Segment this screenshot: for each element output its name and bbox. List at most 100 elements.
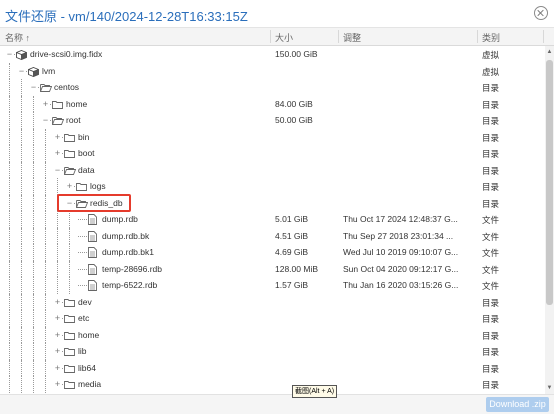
tree-row[interactable]: − redis_db 目录 [0,194,545,211]
item-type: 虚拟 [482,50,500,60]
tree-guide-line [69,260,70,277]
folder-icon [64,380,75,389]
tree-row[interactable]: + home 84.00 GiB 目录 [0,95,545,112]
tree-row[interactable]: − drive-scsi0.img.fidx 150.00 GiB 虚拟 [0,46,545,63]
tree-row[interactable]: + home 目录 [0,326,545,343]
download-zip-button[interactable]: Download .zip [486,397,549,412]
tree-row[interactable]: + etc 目录 [0,310,545,327]
folder-icon [64,298,75,307]
expand-icon[interactable]: + [54,297,61,306]
item-type: 文件 [482,264,500,275]
tree-row[interactable]: + bin 目录 [0,128,545,145]
item-type: 目录 [482,165,500,176]
scroll-up-icon[interactable]: ▲ [546,48,553,56]
item-name: etc [78,313,90,323]
column-header-name[interactable]: 名称 ↑ [5,31,30,44]
tree-guide-line [21,194,22,211]
item-name: dump.rdb [102,214,138,224]
collapse-icon[interactable]: − [30,83,37,92]
tree-row[interactable]: − lvm 虚拟 [0,62,545,79]
expand-icon[interactable]: + [66,182,73,191]
tree-guide-line [57,227,58,244]
tree-guide-line [45,359,46,376]
tree-guide-line [21,79,22,96]
tree-row[interactable]: + dev 目录 [0,293,545,310]
tree-row[interactable]: + logs 目录 [0,178,545,195]
item-type: 目录 [482,99,500,110]
expand-icon[interactable]: + [54,132,61,141]
scroll-down-icon[interactable]: ▼ [546,384,553,392]
item-modified: Wed Jul 10 2019 09:10:07 G... [343,247,459,257]
column-divider[interactable] [477,30,478,43]
vertical-scrollbar[interactable]: ▲ ▼ [545,46,554,394]
item-type: 文件 [482,281,500,291]
tree-guide-line [33,211,34,228]
tree-row[interactable]: + media 目录 [0,376,545,393]
expand-icon[interactable]: + [54,330,61,339]
item-size: 128.00 MiB [275,263,318,274]
file-row[interactable]: temp-28696.rdb 128.00 MiB Sun Oct 04 2020 … [0,260,545,277]
tree-row[interactable]: − centos 目录 [0,79,545,96]
expand-icon[interactable]: + [54,314,61,323]
tree-guide-line [21,326,22,343]
item-name: temp-28696.rdb [102,263,163,274]
collapse-icon[interactable]: − [66,198,73,207]
item-name: home [78,329,100,340]
tree-guide-line [21,128,22,145]
item-type: 目录 [482,330,500,341]
tree-guide-line [9,161,10,178]
tree-row[interactable]: − root 50.00 GiB 目录 [0,112,545,129]
column-divider[interactable] [270,30,271,43]
file-row[interactable]: dump.rdb.bk1 4.69 GiB Wed Jul 10 2019 09:1… [0,244,545,261]
file-row[interactable]: dump.rdb 5.01 GiB Thu Oct 17 2024 12:48:37… [0,211,545,228]
expand-icon[interactable]: + [54,380,61,389]
tree-guide-line [33,359,34,376]
collapse-icon[interactable]: − [42,116,49,125]
tree-guide-line [9,260,10,277]
tree-guide-line [45,161,46,178]
folder-icon [64,331,75,340]
tree-guide-line [45,260,46,277]
tree-guide-line [45,310,46,327]
expand-icon[interactable]: + [42,99,49,108]
column-divider[interactable] [338,30,339,43]
folder-open-icon [64,166,77,175]
item-name: centos [54,82,80,92]
item-name: data [78,164,95,175]
file-icon [88,280,99,291]
file-row[interactable]: dump.rdb.bk 4.51 GiB Thu Sep 27 2018 23:01… [0,227,545,244]
expand-icon[interactable]: + [54,347,61,356]
scroll-thumb[interactable] [546,60,553,305]
folder-icon [76,182,87,191]
close-icon[interactable] [534,6,548,20]
disk-icon [16,50,27,60]
tree-row[interactable]: + lib 目录 [0,343,545,360]
tree-guide-line [57,211,58,228]
file-icon [88,230,99,242]
tree-guide-line [33,194,34,211]
file-icon [88,247,99,258]
collapse-icon[interactable]: − [6,50,13,59]
tree-row[interactable]: + boot 目录 [0,145,545,162]
tree-guide-line [21,227,22,244]
tree-row[interactable]: + lib64 目录 [0,359,545,376]
column-header-modified[interactable]: 调整 [343,31,361,44]
collapse-icon[interactable]: − [18,66,25,75]
column-header-size[interactable]: 大小 [275,31,293,44]
tree-guide-line [9,128,10,145]
tree-guide-line [21,376,22,393]
title-bar: 文件还原 - vm/140/2024-12-28T16:33:15Z [0,0,554,28]
expand-icon[interactable]: + [54,149,61,158]
column-divider[interactable] [543,30,544,43]
file-row[interactable]: temp-6522.rdb 1.57 GiB Thu Jan 16 2020 03:… [0,277,545,294]
column-header-type[interactable]: 类别 [482,31,500,44]
tree-guide-line [9,145,10,162]
tree-guide-line [9,277,10,294]
tree-guide-line [69,211,70,228]
expand-icon[interactable]: + [54,363,61,372]
tree-connector [78,235,87,237]
file-icon [88,214,99,225]
tree-guide-line [45,211,46,228]
collapse-icon[interactable]: − [54,165,61,174]
tree-row[interactable]: − data 目录 [0,161,545,178]
